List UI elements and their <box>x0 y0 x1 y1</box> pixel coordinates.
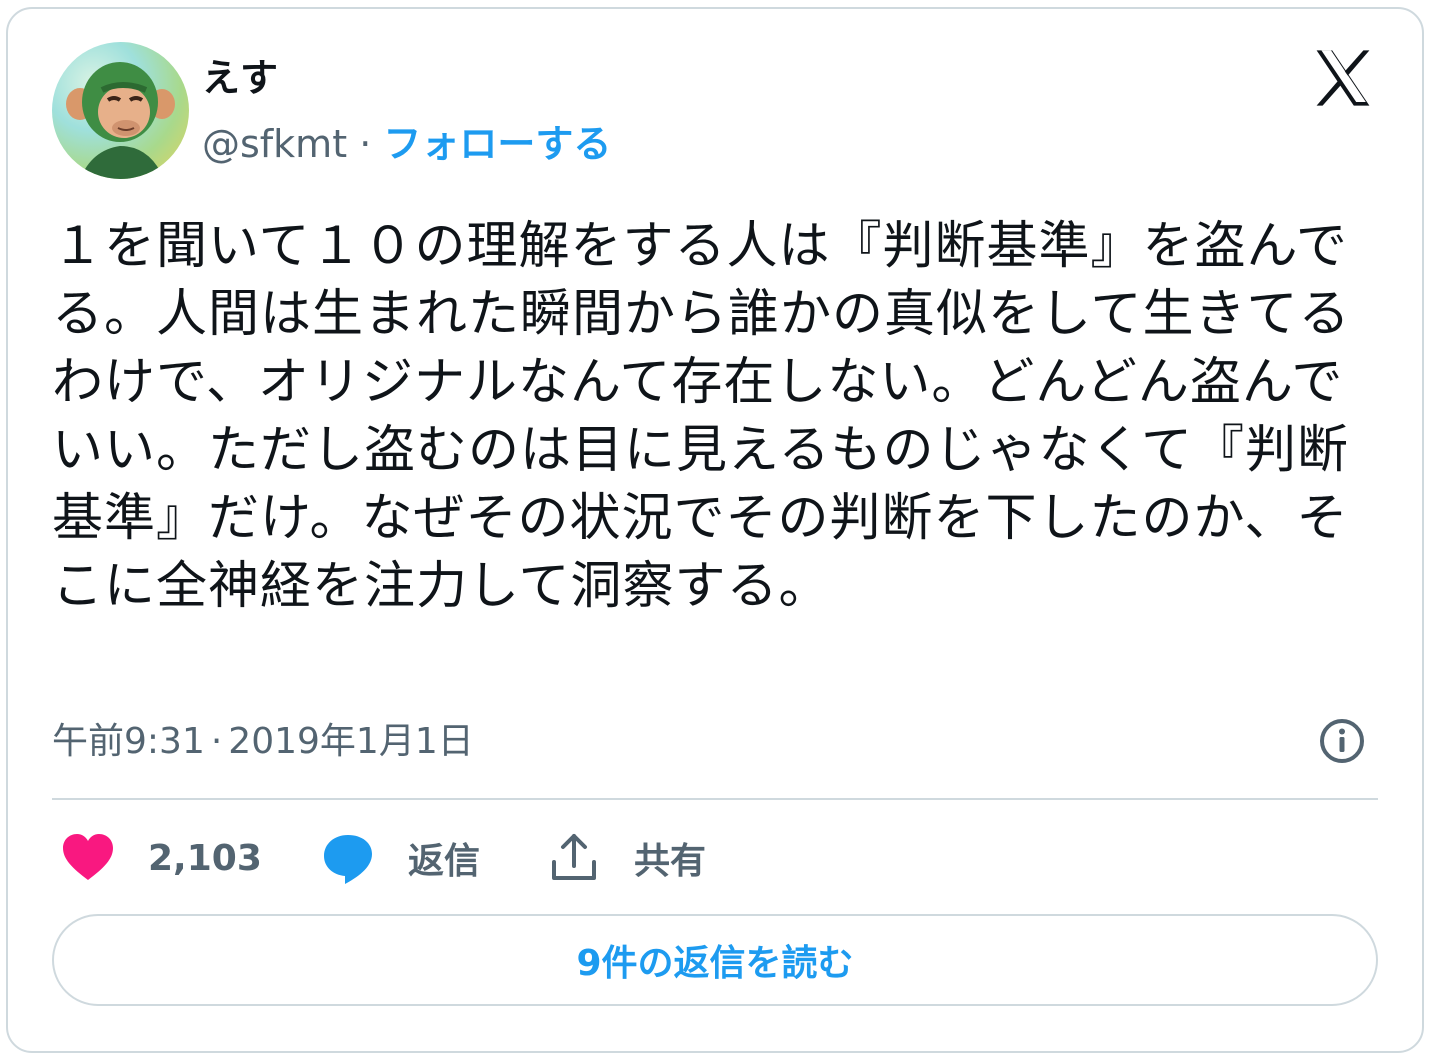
handle-row: @sfkmt · フォローする <box>202 118 611 170</box>
follow-button[interactable]: フォローする <box>383 122 611 166</box>
share-label: 共有 <box>634 841 707 882</box>
share-upload-icon <box>552 834 596 880</box>
info-icon[interactable] <box>1317 716 1367 766</box>
read-replies-button[interactable]: 9件の返信を読む <box>52 914 1378 1006</box>
handle-separator: · <box>359 122 372 166</box>
user-avatar[interactable] <box>52 42 189 179</box>
reply-label: 返信 <box>408 841 481 882</box>
user-handle[interactable]: @sfkmt <box>202 122 347 166</box>
meta-separator: · <box>210 721 223 762</box>
tweet-date[interactable]: 2019年1月1日 <box>228 721 473 762</box>
speech-bubble-icon <box>324 835 372 884</box>
tweet-time[interactable]: 午前9:31 <box>52 721 205 762</box>
share-button[interactable]: 共有 <box>546 826 706 890</box>
heart-icon <box>63 834 113 880</box>
monkey-avatar-image <box>66 62 175 179</box>
tweet-timestamp[interactable]: 午前9:31 · 2019年1月1日 <box>52 716 474 768</box>
action-bar: 2,103 返信 共有 <box>52 826 1378 890</box>
divider <box>52 798 1378 800</box>
user-display-name[interactable]: えす <box>202 52 278 104</box>
tweet-text: １を聞いて１０の理解をする人は『判断基準』を盗んでる。人間は生まれた瞬間から誰か… <box>52 217 1351 616</box>
like-count: 2,103 <box>148 837 262 879</box>
like-button[interactable]: 2,103 <box>60 826 262 890</box>
reply-button[interactable]: 返信 <box>320 826 480 890</box>
x-logo-icon[interactable] <box>1312 48 1374 108</box>
